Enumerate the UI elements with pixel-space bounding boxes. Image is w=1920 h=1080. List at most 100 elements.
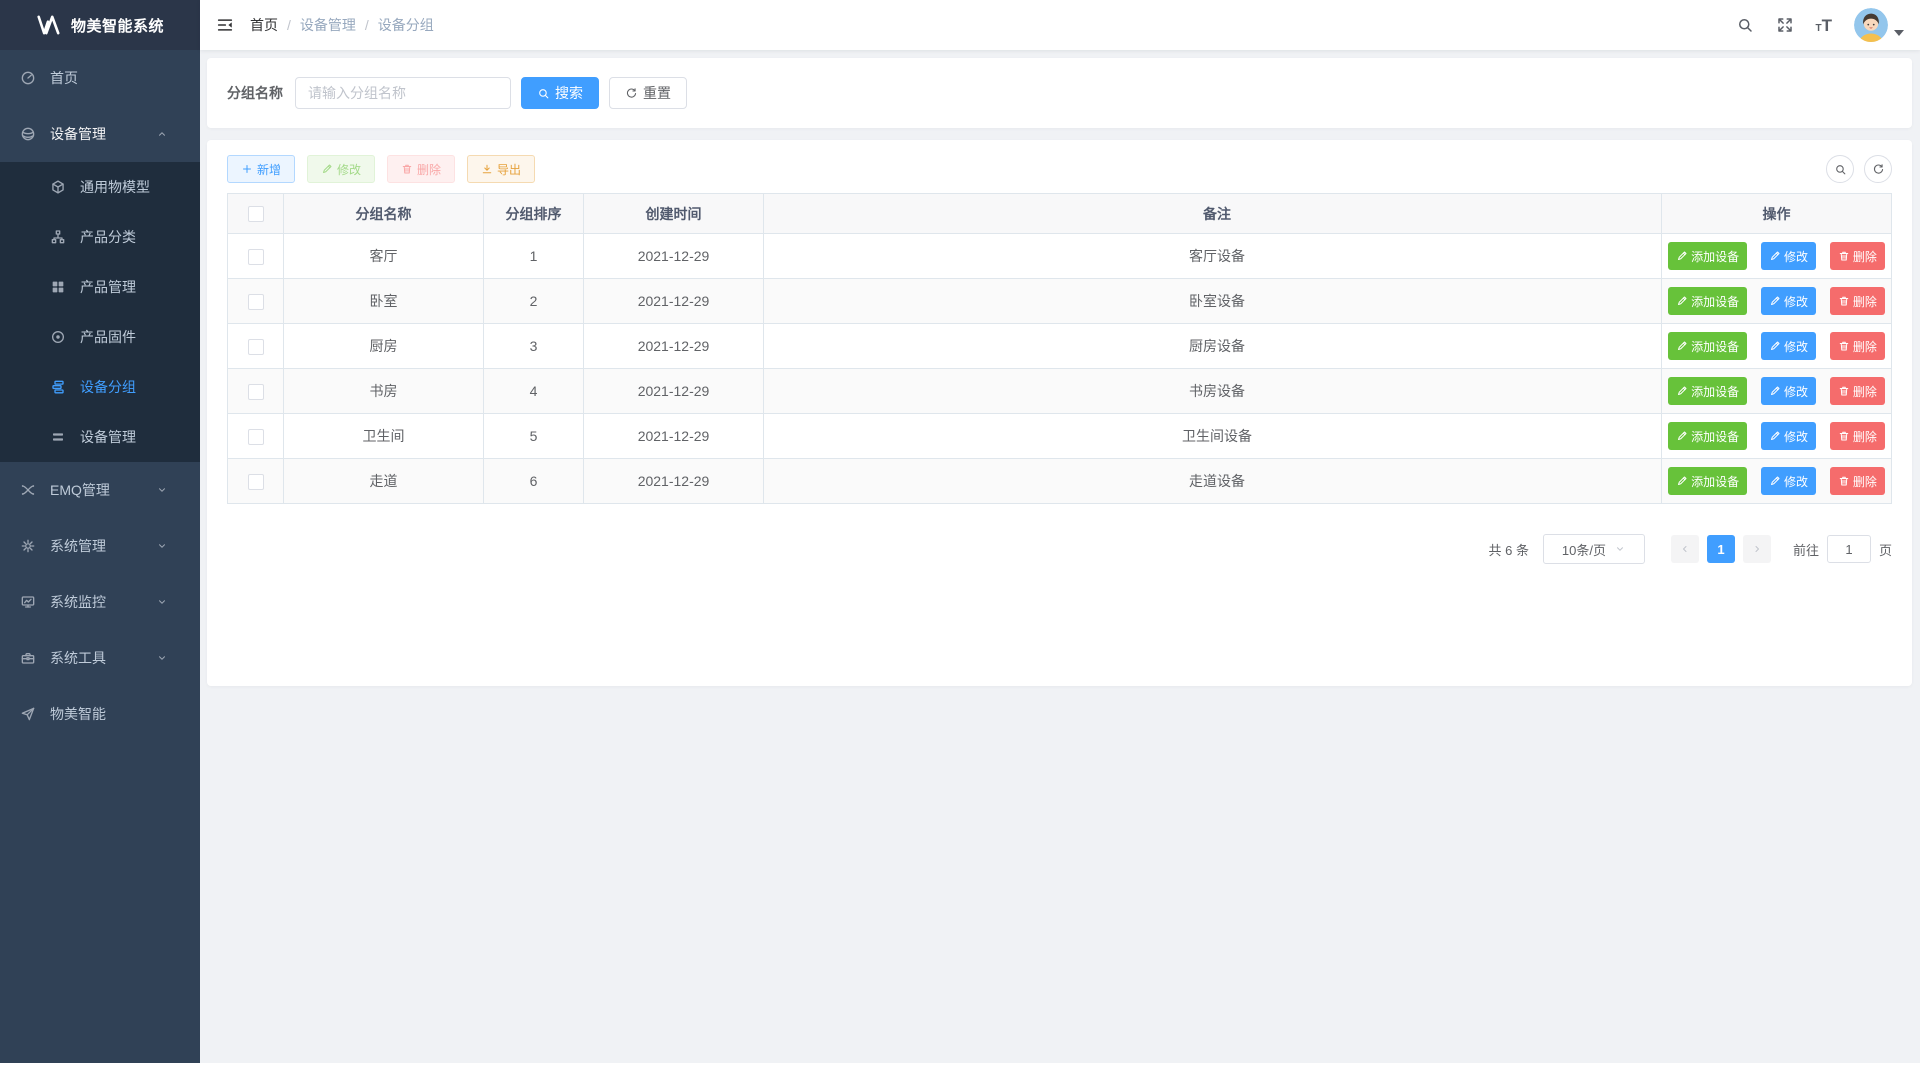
sidebar-item-system-tools[interactable]: 系统工具: [0, 630, 200, 686]
refresh-table-button[interactable]: [1864, 155, 1892, 183]
select-all-checkbox[interactable]: [248, 206, 264, 222]
table-row[interactable]: 卫生间 5 2021-12-29 卫生间设备 添加设备 修改 删除: [228, 414, 1892, 459]
reset-button[interactable]: 重置: [609, 77, 687, 109]
row-modify-button[interactable]: 修改: [1761, 332, 1816, 360]
breadcrumb-device-management: 设备管理: [300, 15, 356, 35]
row-delete-button[interactable]: 删除: [1830, 422, 1885, 450]
breadcrumb-home[interactable]: 首页: [250, 15, 278, 35]
sidebar-item-system-management[interactable]: 系统管理: [0, 518, 200, 574]
sidebar-item-emq-management[interactable]: EMQ管理: [0, 462, 200, 518]
cell-remark: 卧室设备: [764, 279, 1662, 324]
breadcrumb-separator: /: [365, 17, 369, 33]
table-row[interactable]: 厨房 3 2021-12-29 厨房设备 添加设备 修改 删除: [228, 324, 1892, 369]
row-modify-button[interactable]: 修改: [1761, 467, 1816, 495]
prev-page-button[interactable]: [1671, 535, 1699, 563]
sidebar-item-device-management-sub[interactable]: 设备管理: [0, 412, 200, 462]
user-dropdown[interactable]: [1854, 8, 1904, 42]
cell-remark: 走道设备: [764, 459, 1662, 504]
horizontal-scrollbar-track[interactable]: [0, 1063, 1920, 1080]
grid-icon: [50, 279, 66, 295]
button-label: 修改: [1784, 428, 1808, 445]
chevron-down-icon: [156, 596, 168, 608]
goto-page-input[interactable]: [1827, 535, 1871, 563]
sidebar-item-device-management[interactable]: 设备管理: [0, 106, 200, 162]
button-label: 删除: [1853, 428, 1877, 445]
button-label: 删除: [417, 161, 441, 178]
user-avatar[interactable]: [1854, 8, 1888, 42]
row-delete-button[interactable]: 删除: [1830, 332, 1885, 360]
sidebar-logo[interactable]: 物美智能系统: [0, 0, 200, 50]
chevron-down-icon: [1614, 543, 1626, 555]
fullscreen-button[interactable]: [1776, 16, 1794, 34]
table-row[interactable]: 客厅 1 2021-12-29 客厅设备 添加设备 修改 删除: [228, 234, 1892, 279]
next-page-button[interactable]: [1743, 535, 1771, 563]
sidebar-item-wumei-smart[interactable]: 物美智能: [0, 686, 200, 742]
logo-icon: [36, 12, 62, 38]
table-row[interactable]: 书房 4 2021-12-29 书房设备 添加设备 修改 删除: [228, 369, 1892, 414]
add-device-button[interactable]: 添加设备: [1668, 377, 1747, 405]
font-size-icon[interactable]: TT: [1816, 17, 1833, 34]
table-row[interactable]: 卧室 2 2021-12-29 卧室设备 添加设备 修改 删除: [228, 279, 1892, 324]
add-device-button[interactable]: 添加设备: [1668, 332, 1747, 360]
add-device-button[interactable]: 添加设备: [1668, 242, 1747, 270]
add-device-button[interactable]: 添加设备: [1668, 422, 1747, 450]
button-label: 删除: [1853, 248, 1877, 265]
sidebar-item-product-category[interactable]: 产品分类: [0, 212, 200, 262]
header-search-button[interactable]: [1736, 16, 1754, 34]
row-delete-button[interactable]: 删除: [1830, 467, 1885, 495]
row-modify-button[interactable]: 修改: [1761, 242, 1816, 270]
page-size-select[interactable]: 10条/页: [1543, 534, 1645, 564]
toggle-search-button[interactable]: [1826, 155, 1854, 183]
chevron-right-icon: [1751, 543, 1763, 555]
cell-remark: 卫生间设备: [764, 414, 1662, 459]
sidebar-item-label: 系统监控: [50, 592, 156, 612]
sidebar: 物美智能系统 首页 设备管理 通用物模型 产品分类: [0, 0, 200, 1063]
row-checkbox[interactable]: [248, 429, 264, 445]
sidebar-item-home[interactable]: 首页: [0, 50, 200, 106]
cell-group-order: 6: [484, 459, 584, 504]
sitemap-icon: [50, 229, 66, 245]
sidebar-toggle-button[interactable]: [200, 0, 250, 50]
row-delete-button[interactable]: 删除: [1830, 287, 1885, 315]
toolbox-icon: [20, 650, 36, 666]
sidebar-item-product-firmware[interactable]: 产品固件: [0, 312, 200, 362]
row-checkbox[interactable]: [248, 339, 264, 355]
group-name-input[interactable]: [295, 77, 511, 109]
sidebar-item-product-management[interactable]: 产品管理: [0, 262, 200, 312]
cell-remark: 厨房设备: [764, 324, 1662, 369]
logo-title: 物美智能系统: [71, 15, 164, 36]
monitor-icon: [20, 594, 36, 610]
row-checkbox[interactable]: [248, 249, 264, 265]
page-1-button[interactable]: 1: [1707, 535, 1735, 563]
add-button[interactable]: 新增: [227, 155, 295, 183]
button-label: 修改: [1784, 293, 1808, 310]
delete-button[interactable]: 删除: [387, 155, 455, 183]
device-group-icon: [50, 379, 66, 395]
goto-unit: 页: [1879, 540, 1892, 559]
modify-button[interactable]: 修改: [307, 155, 375, 183]
table-row[interactable]: 走道 6 2021-12-29 走道设备 添加设备 修改 删除: [228, 459, 1892, 504]
export-button[interactable]: 导出: [467, 155, 535, 183]
edit-icon: [1676, 340, 1688, 352]
row-delete-button[interactable]: 删除: [1830, 242, 1885, 270]
sidebar-item-device-group[interactable]: 设备分组: [0, 362, 200, 412]
search-icon: [1834, 163, 1847, 176]
edit-icon: [1676, 295, 1688, 307]
button-label: 重置: [643, 83, 671, 103]
row-checkbox[interactable]: [248, 294, 264, 310]
cell-group-order: 1: [484, 234, 584, 279]
search-button[interactable]: 搜索: [521, 77, 599, 109]
header-remark: 备注: [764, 194, 1662, 234]
row-modify-button[interactable]: 修改: [1761, 287, 1816, 315]
add-device-button[interactable]: 添加设备: [1668, 287, 1747, 315]
trash-icon: [1838, 385, 1850, 397]
row-modify-button[interactable]: 修改: [1761, 377, 1816, 405]
sidebar-item-common-thing-model[interactable]: 通用物模型: [0, 162, 200, 212]
row-checkbox[interactable]: [248, 474, 264, 490]
row-checkbox[interactable]: [248, 384, 264, 400]
row-delete-button[interactable]: 删除: [1830, 377, 1885, 405]
fold-icon: [216, 16, 234, 34]
row-modify-button[interactable]: 修改: [1761, 422, 1816, 450]
add-device-button[interactable]: 添加设备: [1668, 467, 1747, 495]
sidebar-item-system-monitor[interactable]: 系统监控: [0, 574, 200, 630]
